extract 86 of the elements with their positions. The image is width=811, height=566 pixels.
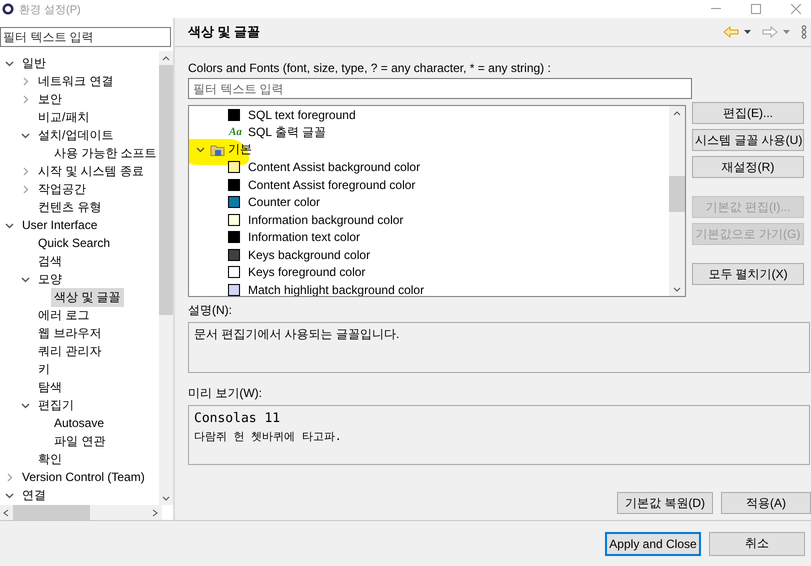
- chevron-right-icon[interactable]: [21, 184, 30, 194]
- filter-label: Colors and Fonts (font, size, type, ? = any character, * = any string) :: [188, 61, 552, 75]
- chevron-right-icon[interactable]: [21, 166, 30, 176]
- tree-item[interactable]: 웹 브라우저: [35, 324, 104, 342]
- chevron-right-icon[interactable]: [21, 76, 30, 86]
- chevron-down-icon[interactable]: [5, 490, 14, 500]
- scrollbar[interactable]: [159, 51, 173, 505]
- tree-item[interactable]: SQL 출력 글꼴: [248, 124, 326, 141]
- tree-item[interactable]: Information text color: [248, 230, 360, 244]
- maximize-icon[interactable]: [751, 4, 761, 14]
- font-icon: Aa: [228, 126, 248, 138]
- tree-item[interactable]: 사용 가능한 소프트: [51, 144, 159, 162]
- chevron-down-icon[interactable]: [5, 58, 14, 68]
- tree-item[interactable]: 설치/업데이트: [35, 126, 116, 144]
- more-icon[interactable]: [801, 25, 807, 39]
- page-button[interactable]: 적용(A): [721, 492, 811, 514]
- description-label: 설명(N):: [188, 302, 233, 319]
- chevron-right-icon[interactable]: [5, 472, 14, 482]
- preview-font-name: Consolas 11: [194, 411, 282, 426]
- tree-item[interactable]: SQL text foreground: [248, 108, 356, 122]
- chevron-right-icon[interactable]: [21, 94, 30, 104]
- chevron-down-icon[interactable]: [5, 220, 14, 230]
- tree-item[interactable]: 컨텐츠 유형: [35, 198, 104, 216]
- preview-sample: 다람쥐 헌 쳇바퀴에 타고파.: [194, 429, 342, 444]
- tree-item[interactable]: Content Assist foreground color: [248, 178, 416, 192]
- dialog-button[interactable]: Apply and Close: [605, 532, 701, 556]
- back-arrow-icon[interactable]: [723, 26, 739, 38]
- tree-item[interactable]: 시작 및 시스템 종료: [35, 162, 148, 180]
- tree-item[interactable]: Autosave: [51, 415, 108, 431]
- horizontal-scrollbar[interactable]: [0, 505, 162, 520]
- tree-item[interactable]: 확인: [35, 450, 65, 468]
- tree-item[interactable]: Keys background color: [248, 248, 370, 262]
- action-button[interactable]: 시스템 글꼴 사용(U): [692, 129, 804, 151]
- page-title: 색상 및 글꼴: [188, 23, 260, 41]
- tree-item[interactable]: 편집기: [35, 396, 77, 414]
- tree-item[interactable]: 네트워크 연결: [35, 72, 116, 90]
- tree-item[interactable]: 연결: [19, 486, 49, 504]
- chevron-down-icon[interactable]: [21, 274, 30, 284]
- tree-item[interactable]: Counter color: [248, 195, 320, 210]
- tree-item[interactable]: 모양: [35, 270, 65, 288]
- tree-item[interactable]: 쿼리 관리자: [35, 342, 104, 360]
- dropdown-caret-icon[interactable]: [744, 30, 751, 34]
- chevron-down-icon[interactable]: [21, 130, 30, 140]
- description-text: 문서 편집기에서 사용되는 글꼴입니다.: [188, 322, 810, 373]
- chevron-down-icon[interactable]: [21, 400, 30, 410]
- scrollbar-thumb[interactable]: [159, 65, 173, 315]
- filter-field[interactable]: 필터 텍스트 입력: [0, 27, 171, 47]
- tree-item[interactable]: Quick Search: [35, 235, 114, 251]
- action-button[interactable]: 재설정(R): [692, 156, 804, 178]
- tree-item[interactable]: 파일 연관: [51, 432, 108, 450]
- scrollbar-thumb[interactable]: [669, 176, 685, 212]
- window-title: 환경 설정(P): [19, 2, 81, 16]
- tree-item[interactable]: Version Control (Team): [19, 469, 148, 485]
- tree-item[interactable]: 색상 및 글꼴: [51, 288, 124, 306]
- tree-item[interactable]: 에러 로그: [35, 306, 92, 324]
- scroll-up-icon[interactable]: [162, 56, 170, 60]
- minimize-icon[interactable]: [711, 8, 721, 10]
- preview-label: 미리 보기(W):: [188, 385, 263, 402]
- tree-item[interactable]: 작업공간: [35, 180, 89, 198]
- tree-item[interactable]: 보안: [35, 90, 65, 108]
- tree-item[interactable]: Content Assist background color: [248, 160, 420, 174]
- tree-item[interactable]: User Interface: [19, 217, 100, 233]
- dialog-button[interactable]: 취소: [709, 532, 805, 556]
- tree-item[interactable]: Match highlight background color: [248, 282, 424, 296]
- action-button[interactable]: 편집(E)...: [692, 102, 804, 124]
- action-button[interactable]: 모두 펼치기(X): [692, 263, 804, 285]
- scroll-down-icon[interactable]: [673, 286, 681, 292]
- scrollbar[interactable]: [669, 106, 685, 296]
- chevron-down-icon[interactable]: [196, 145, 205, 154]
- tree-item[interactable]: 키: [35, 360, 53, 378]
- close-icon[interactable]: [791, 4, 801, 14]
- page-button[interactable]: 기본값 복원(D): [617, 492, 713, 514]
- scrollbar-thumb[interactable]: [13, 505, 90, 520]
- tree-item[interactable]: 검색: [35, 252, 65, 270]
- folder-icon: [210, 142, 226, 157]
- forward-arrow-icon[interactable]: [762, 26, 778, 38]
- tree-item[interactable]: 탐색: [35, 378, 65, 396]
- tree-item[interactable]: Keys foreground color: [248, 265, 366, 280]
- filter-field[interactable]: 필터 텍스트 입력: [188, 78, 692, 99]
- scroll-up-icon[interactable]: [673, 110, 681, 116]
- tree-item[interactable]: 일반: [19, 54, 49, 72]
- scroll-left-icon[interactable]: [3, 508, 9, 516]
- scroll-right-icon[interactable]: [152, 508, 158, 516]
- tree-item[interactable]: Information background color: [248, 212, 404, 227]
- tree-item[interactable]: 비교/패치: [35, 108, 92, 126]
- scroll-down-icon[interactable]: [162, 496, 170, 500]
